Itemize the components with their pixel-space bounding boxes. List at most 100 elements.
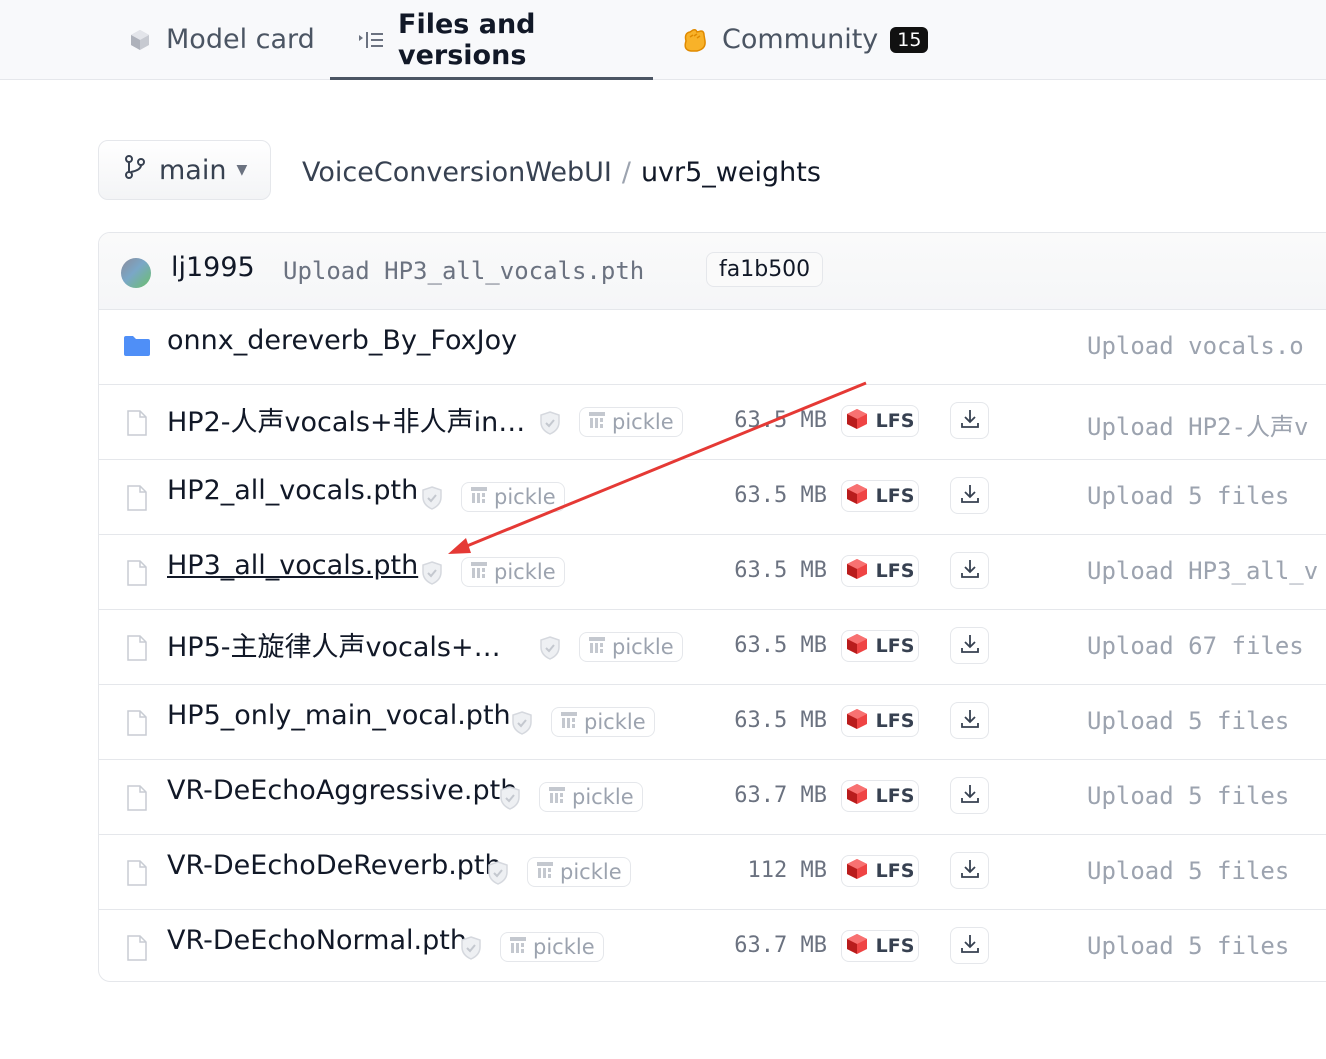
- lfs-label: LFS: [875, 560, 915, 582]
- tab-model-card[interactable]: Model card: [128, 0, 315, 79]
- pickle-icon: [560, 710, 584, 734]
- download-button[interactable]: [950, 852, 989, 889]
- pickle-icon: [588, 410, 612, 434]
- commit-message[interactable]: Upload HP3_all_vocals.pth: [283, 257, 644, 285]
- list-item-file[interactable]: HP5-主旋律人声vocals+… pickle 63.5 MB LFS Upl…: [99, 609, 1326, 685]
- list-item-file[interactable]: VR-DeEchoNormal.pth pickle 63.7 MB LFS U…: [99, 909, 1326, 981]
- row-commit-message[interactable]: Upload 67 files: [1087, 632, 1304, 660]
- security-shield-icon[interactable]: [421, 486, 443, 514]
- security-shield-icon[interactable]: [539, 636, 561, 664]
- avatar[interactable]: [121, 258, 151, 288]
- security-shield-icon[interactable]: [487, 861, 509, 889]
- download-icon: [959, 408, 981, 434]
- file-name-link[interactable]: onnx_dereverb_By_FoxJoy: [167, 325, 517, 356]
- file-name-link[interactable]: HP5_only_main_vocal.pth: [167, 700, 511, 731]
- pickle-label: pickle: [612, 635, 674, 659]
- lfs-cube-icon: [846, 858, 876, 885]
- git-branch-icon: [123, 154, 147, 187]
- tab-community[interactable]: Community 15: [680, 0, 929, 79]
- pickle-icon: [509, 935, 533, 959]
- list-icon: [358, 30, 384, 50]
- list-item-file[interactable]: VR-DeEchoAggressive.pth pickle 63.7 MB L…: [99, 759, 1326, 835]
- row-commit-message[interactable]: Upload 5 files: [1087, 482, 1289, 510]
- lfs-cube-icon: [846, 633, 876, 660]
- list-item-file[interactable]: HP3_all_vocals.pth pickle 63.5 MB LFS Up…: [99, 534, 1326, 610]
- tab-files-and-versions[interactable]: Files and versions: [330, 0, 653, 80]
- pickle-scan-badge[interactable]: pickle: [539, 782, 643, 812]
- row-commit-message[interactable]: Upload HP3_all_v: [1087, 557, 1318, 585]
- lfs-cube-icon: [846, 783, 876, 810]
- file-name-link[interactable]: HP2-人声vocals+非人声in…: [167, 400, 525, 439]
- chevron-down-icon: ▼: [236, 162, 248, 178]
- lfs-badge[interactable]: LFS: [841, 405, 919, 437]
- lfs-badge[interactable]: LFS: [841, 780, 919, 812]
- file-size: 63.7 MB: [734, 783, 827, 808]
- file-size: 112 MB: [747, 858, 827, 883]
- lfs-badge[interactable]: LFS: [841, 930, 919, 962]
- pickle-scan-badge[interactable]: pickle: [579, 407, 683, 437]
- pickle-scan-badge[interactable]: pickle: [500, 932, 604, 962]
- list-item-folder[interactable]: onnx_dereverb_By_FoxJoy Upload vocals.o: [99, 309, 1326, 385]
- lfs-cube-icon: [846, 408, 876, 435]
- lfs-badge[interactable]: LFS: [841, 855, 919, 887]
- list-item-file[interactable]: HP2_all_vocals.pth pickle 63.5 MB LFS Up…: [99, 459, 1326, 535]
- branch-selector[interactable]: main ▼: [98, 140, 271, 200]
- file-icon: [127, 860, 147, 890]
- pickle-icon: [470, 485, 494, 509]
- row-commit-message[interactable]: Upload vocals.o: [1087, 332, 1304, 360]
- pickle-scan-badge[interactable]: pickle: [461, 482, 565, 512]
- file-icon: [127, 410, 147, 440]
- pickle-icon: [548, 785, 572, 809]
- security-shield-icon[interactable]: [539, 411, 561, 439]
- file-name-link[interactable]: HP3_all_vocals.pth: [167, 550, 418, 581]
- row-commit-message[interactable]: Upload 5 files: [1087, 782, 1289, 810]
- file-name-link[interactable]: VR-DeEchoAggressive.pth: [167, 775, 517, 806]
- lfs-badge[interactable]: LFS: [841, 630, 919, 662]
- download-button[interactable]: [950, 402, 989, 439]
- lfs-label: LFS: [875, 485, 915, 507]
- file-name-link[interactable]: VR-DeEchoDeReverb.pth: [167, 850, 502, 881]
- breadcrumb-repo-link[interactable]: VoiceConversionWebUI: [302, 157, 612, 188]
- lfs-cube-icon: [846, 483, 876, 510]
- file-size: 63.7 MB: [734, 933, 827, 958]
- list-item-file[interactable]: VR-DeEchoDeReverb.pth pickle 112 MB LFS …: [99, 834, 1326, 910]
- download-button[interactable]: [950, 927, 989, 964]
- row-commit-message[interactable]: Upload 5 files: [1087, 707, 1289, 735]
- security-shield-icon[interactable]: [421, 561, 443, 589]
- security-shield-icon[interactable]: [499, 786, 521, 814]
- pickle-icon: [470, 560, 494, 584]
- list-item-file[interactable]: HP2-人声vocals+非人声in… pickle 63.5 MB LFS U…: [99, 384, 1326, 460]
- row-commit-message[interactable]: Upload 5 files: [1087, 857, 1289, 885]
- security-shield-icon[interactable]: [511, 711, 533, 739]
- file-icon: [127, 560, 147, 590]
- lfs-badge[interactable]: LFS: [841, 480, 919, 512]
- pickle-scan-badge[interactable]: pickle: [551, 707, 655, 737]
- row-commit-message[interactable]: Upload HP2-人声v: [1087, 407, 1308, 442]
- commit-hash[interactable]: fa1b500: [706, 252, 824, 287]
- commit-author[interactable]: lj1995: [171, 252, 255, 283]
- lfs-badge[interactable]: LFS: [841, 705, 919, 737]
- pickle-label: pickle: [612, 410, 674, 434]
- list-item-file[interactable]: HP5_only_main_vocal.pth pickle 63.5 MB L…: [99, 684, 1326, 760]
- file-name-link[interactable]: HP2_all_vocals.pth: [167, 475, 418, 506]
- download-icon: [959, 483, 981, 509]
- pickle-scan-badge[interactable]: pickle: [579, 632, 683, 662]
- lfs-badge[interactable]: LFS: [841, 555, 919, 587]
- file-name-link[interactable]: HP5-主旋律人声vocals+…: [167, 625, 501, 664]
- download-button[interactable]: [950, 552, 989, 589]
- download-button[interactable]: [950, 627, 989, 664]
- pickle-scan-badge[interactable]: pickle: [461, 557, 565, 587]
- file-size: 63.5 MB: [734, 558, 827, 583]
- repo-tabs: Model card Files and versions Community …: [0, 0, 1326, 80]
- security-shield-icon[interactable]: [460, 936, 482, 964]
- download-icon: [959, 558, 981, 584]
- download-button[interactable]: [950, 477, 989, 514]
- row-commit-message[interactable]: Upload 5 files: [1087, 932, 1289, 960]
- pickle-icon: [536, 860, 560, 884]
- clapping-hands-icon: [680, 27, 708, 53]
- download-button[interactable]: [950, 702, 989, 739]
- pickle-scan-badge[interactable]: pickle: [527, 857, 631, 887]
- file-name-link[interactable]: VR-DeEchoNormal.pth: [167, 925, 467, 956]
- download-button[interactable]: [950, 777, 989, 814]
- file-icon: [127, 485, 147, 515]
